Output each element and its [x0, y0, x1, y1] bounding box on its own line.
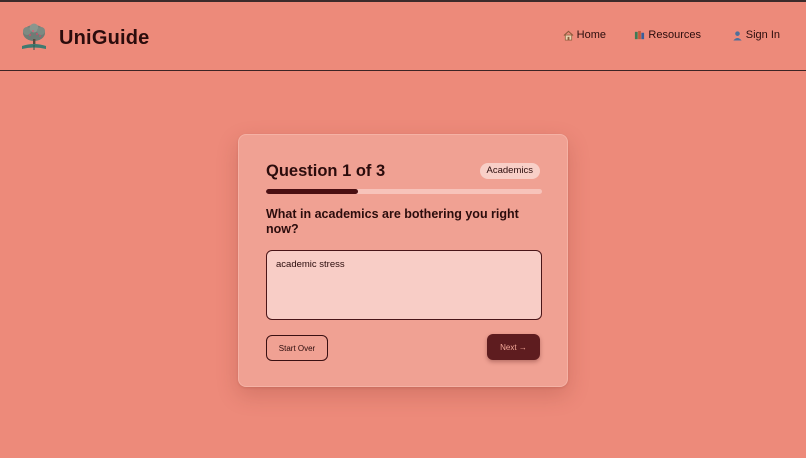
nav-resources-label: Resources [648, 29, 701, 41]
next-button[interactable]: Next → [487, 334, 540, 360]
question-counter: Question 1 of 3 [266, 162, 386, 180]
start-over-button[interactable]: Start Over [266, 335, 328, 361]
house-icon [563, 30, 574, 40]
question-card: Question 1 of 3 Academics What in academ… [238, 134, 568, 387]
tree-logo-icon [22, 23, 46, 50]
question-text: What in academics are bothering you righ… [266, 207, 519, 236]
nav-sign-in-label: Sign In [745, 29, 780, 41]
user-icon [733, 30, 742, 41]
nav-home[interactable]: Home [563, 29, 606, 41]
progress-bar [266, 189, 542, 194]
nav-home-label: Home [576, 29, 606, 41]
answer-input[interactable]: academic stress [266, 250, 542, 320]
brand-name: UniGuide [59, 26, 150, 49]
category-badge: Academics [479, 163, 540, 179]
brand[interactable]: UniGuide [18, 22, 150, 54]
progress-bar-fill [266, 189, 358, 194]
app-header: UniGuide Home Resources Sign In [0, 0, 806, 71]
books-icon [635, 30, 645, 39]
nav-sign-in[interactable]: Sign In [732, 29, 780, 41]
nav-resources[interactable]: Resources [634, 29, 701, 41]
